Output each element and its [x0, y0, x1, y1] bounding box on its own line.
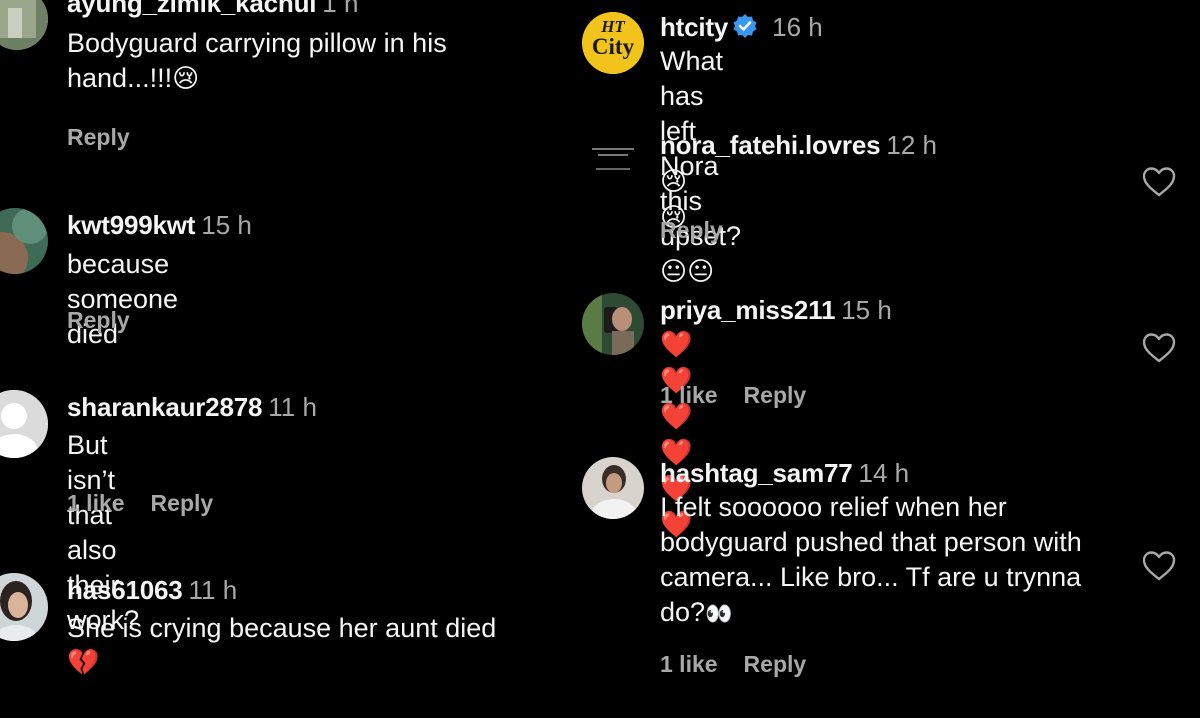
reply-button[interactable]: Reply: [744, 382, 807, 408]
eyes-emoji: 👀: [705, 602, 733, 627]
neutral-face-emoji: 😐😐: [660, 257, 715, 287]
comment-text: Bodyguard carrying pillow in his: [67, 28, 447, 58]
timestamp[interactable]: 11 h: [189, 575, 238, 605]
likes-count[interactable]: 1 like: [67, 490, 125, 516]
username[interactable]: nora_fatehi.lovres: [660, 130, 881, 160]
avatar[interactable]: [0, 390, 48, 458]
comment-text-cont: bodyguard pushed that person with: [660, 527, 1082, 557]
reply-button[interactable]: Reply: [660, 217, 723, 243]
heart-outline-icon[interactable]: [1142, 332, 1176, 364]
timestamp[interactable]: 15 h: [201, 210, 252, 240]
avatar[interactable]: HT City: [582, 12, 644, 74]
comment-text: She is crying because her aunt died: [67, 613, 497, 643]
username[interactable]: kwt999kwt: [67, 210, 195, 240]
reply-button[interactable]: Reply: [67, 307, 130, 333]
avatar[interactable]: [582, 293, 644, 355]
comment-text-cont: hand...!!!: [67, 63, 173, 93]
heart-outline-icon[interactable]: [1142, 166, 1176, 198]
username[interactable]: sharankaur2878: [67, 392, 262, 422]
timestamp[interactable]: 11 h: [268, 392, 317, 422]
broken-heart-emoji: 💔: [67, 648, 100, 678]
reply-button[interactable]: Reply: [151, 490, 214, 516]
avatar[interactable]: [582, 128, 644, 190]
timestamp[interactable]: 1 h: [322, 0, 358, 18]
timestamp[interactable]: 16 h: [772, 12, 823, 42]
timestamp[interactable]: 12 h: [886, 130, 937, 160]
crying-emoji: 😢: [172, 64, 200, 94]
reply-button[interactable]: Reply: [67, 124, 130, 150]
likes-count[interactable]: 1 like: [660, 382, 718, 408]
htcity-logo-ht: HT: [601, 17, 625, 36]
avatar[interactable]: [582, 457, 644, 519]
avatar[interactable]: [0, 208, 48, 274]
comment-text: because someone died: [67, 249, 179, 349]
reply-button[interactable]: Reply: [744, 651, 807, 677]
timestamp[interactable]: 15 h: [841, 295, 892, 325]
comment-text-cont: camera... Like bro... Tf are u trynna: [660, 562, 1082, 592]
avatar[interactable]: [0, 573, 48, 641]
timestamp[interactable]: 14 h: [859, 458, 910, 488]
likes-count[interactable]: 1 like: [660, 651, 718, 677]
avatar[interactable]: [0, 0, 48, 50]
username[interactable]: hashtag_sam77: [660, 458, 853, 488]
username[interactable]: has61063: [67, 575, 183, 605]
heart-outline-icon[interactable]: [1142, 550, 1176, 582]
comment-text: I felt soooooo relief when her: [660, 492, 1007, 522]
username[interactable]: priya_miss211: [660, 295, 835, 325]
htcity-logo-city: City: [591, 34, 635, 59]
username[interactable]: ayung_zimik_kachui: [67, 0, 316, 18]
username[interactable]: htcity: [660, 12, 728, 42]
comment-text-cont: do?: [660, 597, 706, 627]
